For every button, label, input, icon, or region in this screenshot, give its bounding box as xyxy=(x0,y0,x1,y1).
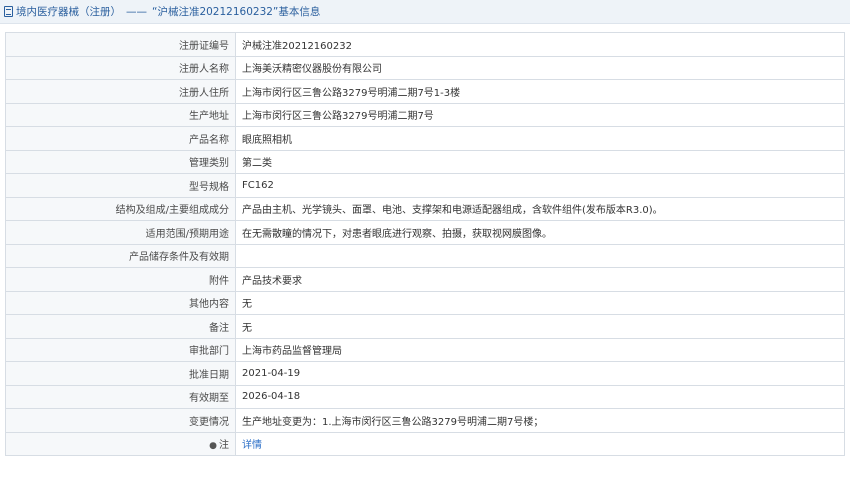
breadcrumb-separator: —— xyxy=(126,5,147,18)
row-value: 无 xyxy=(235,314,845,339)
note-row: ● 注 详情 xyxy=(5,431,845,456)
table-row: 变更情况 生产地址变更为：1.上海市闵行区三鲁公路3279号明浦二期7号楼； xyxy=(5,408,845,433)
row-value: 第二类 xyxy=(235,149,845,174)
row-label: 注册人住所 xyxy=(5,79,236,104)
pin-icon: ● xyxy=(209,441,217,452)
document-icon xyxy=(4,6,13,17)
row-value: 产品技术要求 xyxy=(235,267,845,292)
row-label: 注册人名称 xyxy=(5,55,236,80)
row-label: 生产地址 xyxy=(5,102,236,127)
row-label: 结构及组成/主要组成成分 xyxy=(5,196,236,221)
table-row: 生产地址 上海市闵行区三鲁公路3279号明浦二期7号 xyxy=(5,102,845,127)
table-row: 有效期至 2026-04-18 xyxy=(5,384,845,409)
row-value xyxy=(235,243,845,268)
row-label: 产品名称 xyxy=(5,126,236,151)
table-row: 注册证编号 沪械注准20212160232 xyxy=(5,32,845,57)
table-row: 管理类别 第二类 xyxy=(5,149,845,174)
row-value: 2021-04-19 xyxy=(235,361,845,386)
row-value: 产品由主机、光学镜头、面罩、电池、支撑架和电源适配器组成，含软件组件(发布版本R… xyxy=(235,196,845,221)
row-value: 眼底照相机 xyxy=(235,126,845,151)
table-row: 型号规格 FC162 xyxy=(5,173,845,198)
row-value: 上海市闵行区三鲁公路3279号明浦二期7号1-3楼 xyxy=(235,79,845,104)
table-row: 其他内容 无 xyxy=(5,290,845,315)
row-label: 审批部门 xyxy=(5,337,236,362)
row-value: 生产地址变更为：1.上海市闵行区三鲁公路3279号明浦二期7号楼； xyxy=(235,408,845,433)
row-label: 变更情况 xyxy=(5,408,236,433)
table-row: 附件 产品技术要求 xyxy=(5,267,845,292)
row-value: 在无需散瞳的情况下，对患者眼底进行观察、拍摄，获取视网膜图像。 xyxy=(235,220,845,245)
row-value: 沪械注准20212160232 xyxy=(235,32,845,57)
details-link[interactable]: 详情 xyxy=(242,440,262,451)
row-label: 有效期至 xyxy=(5,384,236,409)
row-label: 适用范围/预期用途 xyxy=(5,220,236,245)
table-row: 审批部门 上海市药品监督管理局 xyxy=(5,337,845,362)
note-label: 注 xyxy=(219,440,229,452)
row-label: 批准日期 xyxy=(5,361,236,386)
row-value: 无 xyxy=(235,290,845,315)
table-row: 注册人住所 上海市闵行区三鲁公路3279号明浦二期7号1-3楼 xyxy=(5,79,845,104)
row-value: 上海市闵行区三鲁公路3279号明浦二期7号 xyxy=(235,102,845,127)
row-value: 上海市药品监督管理局 xyxy=(235,337,845,362)
row-label: 备注 xyxy=(5,314,236,339)
table-row: 批准日期 2021-04-19 xyxy=(5,361,845,386)
table-row: 产品储存条件及有效期 xyxy=(5,243,845,268)
registration-info-table: 注册证编号 沪械注准20212160232 注册人名称 上海美沃精密仪器股份有限… xyxy=(5,32,845,456)
table-row: 结构及组成/主要组成成分 产品由主机、光学镜头、面罩、电池、支撑架和电源适配器组… xyxy=(5,196,845,221)
row-value: 2026-04-18 xyxy=(235,384,845,409)
row-label: 附件 xyxy=(5,267,236,292)
row-value: 上海美沃精密仪器股份有限公司 xyxy=(235,55,845,80)
row-label: 管理类别 xyxy=(5,149,236,174)
table-row: 适用范围/预期用途 在无需散瞳的情况下，对患者眼底进行观察、拍摄，获取视网膜图像… xyxy=(5,220,845,245)
page-title: “沪械注准20212160232”基本信息 xyxy=(152,6,321,18)
page-header: 境内医疗器械（注册） —— “沪械注准20212160232”基本信息 xyxy=(0,0,850,24)
note-label-cell: ● 注 xyxy=(5,431,236,456)
note-value-cell: 详情 xyxy=(235,431,845,456)
row-value: FC162 xyxy=(235,173,845,198)
table-row: 注册人名称 上海美沃精密仪器股份有限公司 xyxy=(5,55,845,80)
row-label: 其他内容 xyxy=(5,290,236,315)
row-label: 注册证编号 xyxy=(5,32,236,57)
table-row: 备注 无 xyxy=(5,314,845,339)
row-label: 产品储存条件及有效期 xyxy=(5,243,236,268)
row-label: 型号规格 xyxy=(5,173,236,198)
table-row: 产品名称 眼底照相机 xyxy=(5,126,845,151)
breadcrumb-category[interactable]: 境内医疗器械（注册） xyxy=(16,4,121,19)
